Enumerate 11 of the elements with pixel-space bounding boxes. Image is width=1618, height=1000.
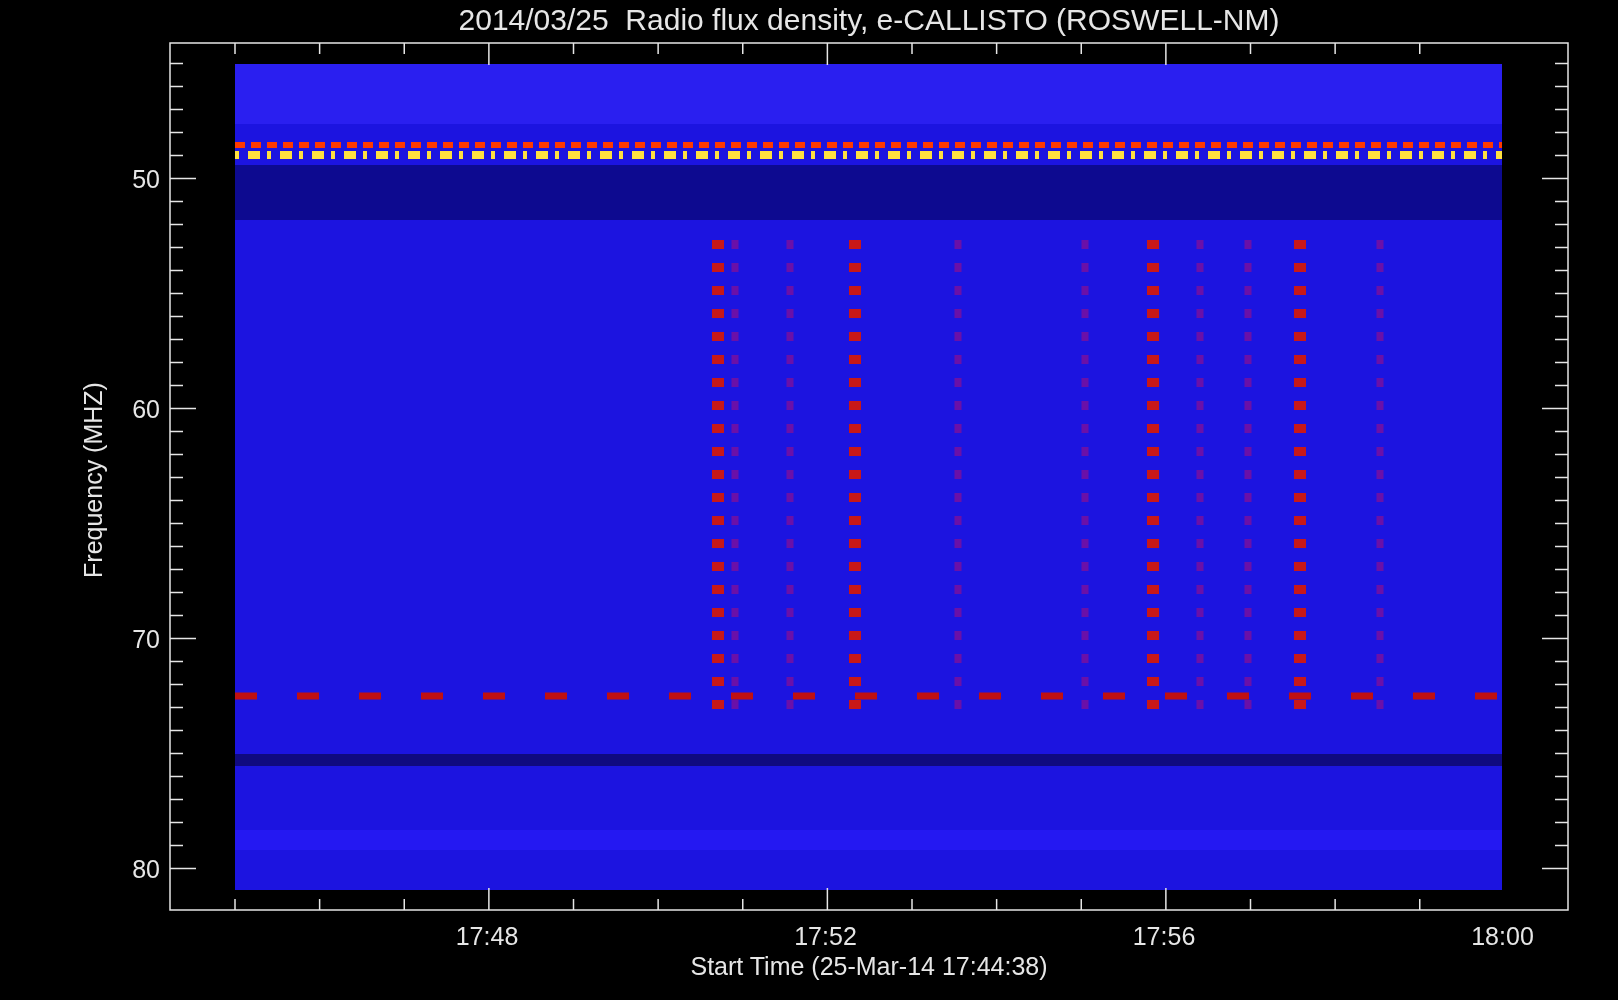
y-tick-label: 50 [132, 164, 160, 193]
x-tick-label: 17:48 [455, 922, 519, 950]
x-tick-label: 18:00 [1471, 922, 1534, 950]
y-tick-label: 60 [132, 394, 160, 423]
y-tick-label: 80 [132, 854, 160, 883]
chart-title: 2014/03/25 Radio flux density, e-CALLISTO (ROSWELL-NM) [458, 3, 1280, 36]
y-tick-label: 70 [132, 624, 160, 653]
x-axis-label: Start Time (25-Mar-14 17:44:38) [690, 952, 1048, 980]
y-axis-label: Frequency (MHZ) [79, 382, 107, 578]
x-tick-label: 17:52 [794, 922, 857, 950]
x-tick-label: 17:56 [1132, 922, 1196, 950]
